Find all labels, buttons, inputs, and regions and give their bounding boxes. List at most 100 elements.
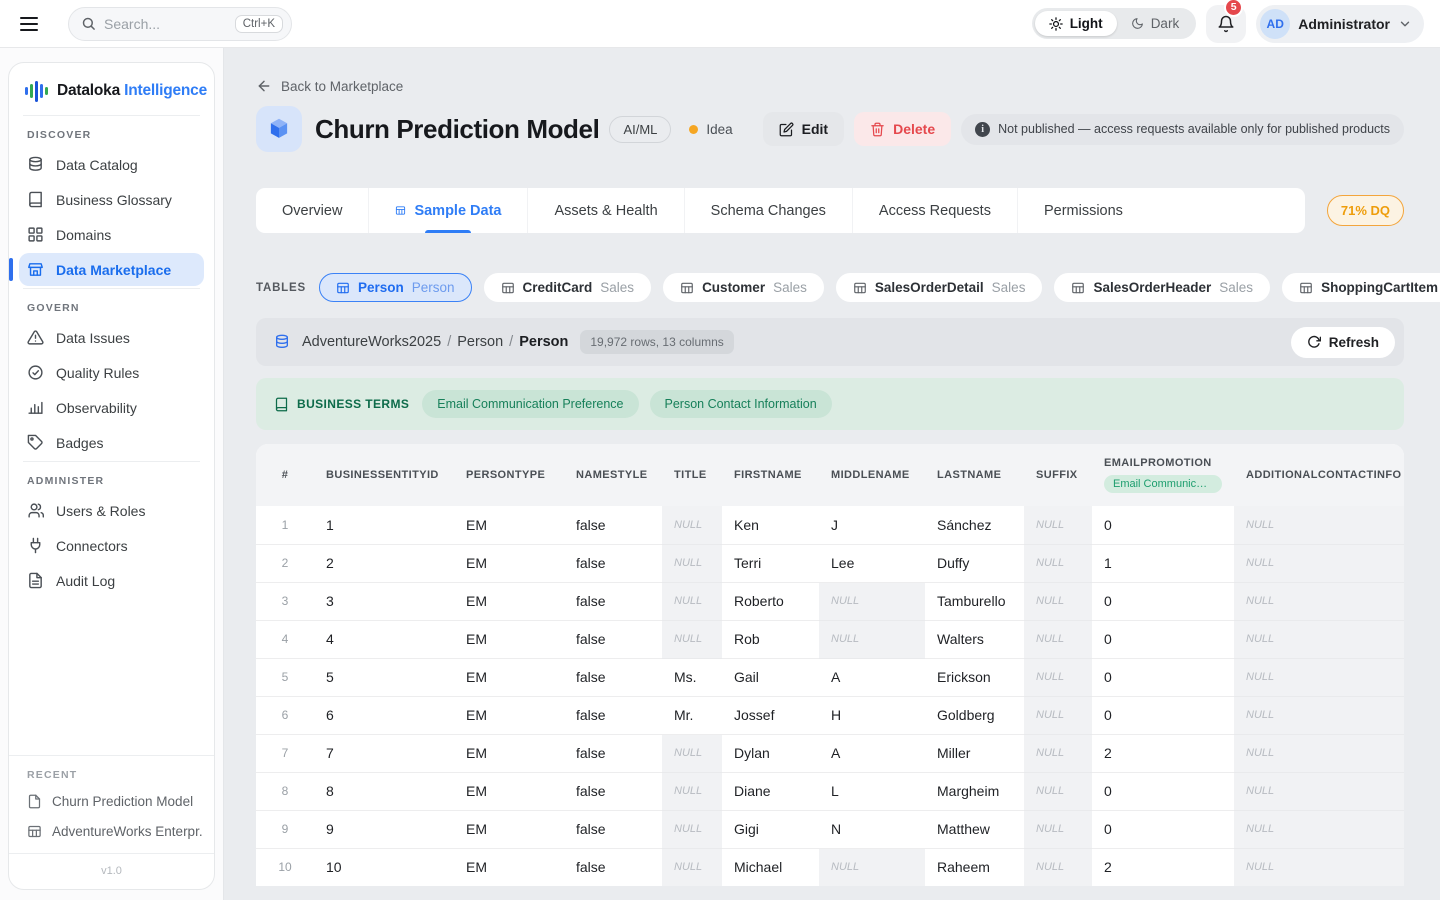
col-header-lastname[interactable]: LASTNAME bbox=[925, 444, 1024, 506]
col-header-businessentityid[interactable]: BUSINESSENTITYID bbox=[314, 444, 454, 506]
table-cell: Gigi bbox=[722, 810, 819, 848]
table-cell: 5 bbox=[314, 658, 454, 696]
table-row[interactable]: 1010EMfalseNULLMichaelNULLRaheemNULL2NUL… bbox=[256, 848, 1404, 886]
table-row[interactable]: 55EMfalseMs.GailAEricksonNULL0NULL bbox=[256, 658, 1404, 696]
table-cell: EM bbox=[454, 620, 564, 658]
col-header-suffix[interactable]: SUFFIX bbox=[1024, 444, 1092, 506]
brand-logo[interactable]: Dataloka Intelligence bbox=[9, 63, 214, 115]
col-header-emailpromotion[interactable]: EMAILPROMOTIONEmail Communication... bbox=[1092, 444, 1234, 506]
store-icon bbox=[27, 261, 44, 278]
table-row[interactable]: 77EMfalseNULLDylanAMillerNULL2NULL bbox=[256, 734, 1404, 772]
chip-table-name: ShoppingCartItem bbox=[1321, 280, 1438, 295]
sidebar-item-label: Audit Log bbox=[56, 573, 115, 589]
table-row[interactable]: 88EMfalseNULLDianeLMargheimNULL0NULL bbox=[256, 772, 1404, 810]
table-cell-null: NULL bbox=[1024, 734, 1092, 772]
back-link-label: Back to Marketplace bbox=[281, 79, 403, 94]
type-badge: AI/ML bbox=[609, 116, 671, 143]
table-row[interactable]: 11EMfalseNULLKenJSánchezNULL0NULL bbox=[256, 506, 1404, 544]
table-cell: 4 bbox=[314, 620, 454, 658]
sidebar-item-data-marketplace[interactable]: Data Marketplace bbox=[19, 253, 204, 286]
topbar: Search... Ctrl+K Light Dark 5 AD Adminis… bbox=[0, 0, 1440, 48]
table-chip-salesorderdetail[interactable]: SalesOrderDetailSales bbox=[836, 273, 1043, 302]
table-cell: Jossef bbox=[722, 696, 819, 734]
edit-button[interactable]: Edit bbox=[763, 112, 844, 146]
page-title: Churn Prediction Model bbox=[315, 114, 599, 145]
table-chip-creditcard[interactable]: CreditCardSales bbox=[484, 273, 652, 302]
table-cell: A bbox=[819, 734, 925, 772]
recent-item-churn-prediction-model[interactable]: Churn Prediction Model bbox=[21, 787, 202, 816]
table-chip-salesorderheader[interactable]: SalesOrderHeaderSales bbox=[1054, 273, 1270, 302]
sidebar-item-badges[interactable]: Badges bbox=[19, 426, 204, 459]
theme-light-button[interactable]: Light bbox=[1035, 11, 1117, 36]
menu-icon[interactable] bbox=[20, 17, 38, 31]
tab-assets-health[interactable]: Assets & Health bbox=[528, 188, 684, 233]
sidebar-item-label: Data Issues bbox=[56, 330, 130, 346]
sidebar-item-observability[interactable]: Observability bbox=[19, 391, 204, 424]
table-row[interactable]: 33EMfalseNULLRobertoNULLTamburelloNULL0N… bbox=[256, 582, 1404, 620]
sidebar-item-data-catalog[interactable]: Data Catalog bbox=[19, 148, 204, 181]
sidebar-item-users-roles[interactable]: Users & Roles bbox=[19, 494, 204, 527]
breadcrumb-part[interactable]: AdventureWorks2025 bbox=[302, 334, 441, 350]
table-row[interactable]: 66EMfalseMr.JossefHGoldbergNULL0NULL bbox=[256, 696, 1404, 734]
table-cell-null: NULL bbox=[1234, 658, 1404, 696]
table-cell: false bbox=[564, 696, 662, 734]
table-cell: 3 bbox=[314, 582, 454, 620]
table-cell-null: NULL bbox=[1024, 506, 1092, 544]
chip-schema-name: Person bbox=[412, 280, 455, 295]
sidebar-item-connectors[interactable]: Connectors bbox=[19, 529, 204, 562]
table-cell: false bbox=[564, 810, 662, 848]
table-cell: false bbox=[564, 772, 662, 810]
row-index: 9 bbox=[256, 810, 314, 848]
col-header-persontype[interactable]: PERSONTYPE bbox=[454, 444, 564, 506]
table-chip-shoppingcartitem[interactable]: ShoppingCartItemSales bbox=[1282, 273, 1440, 302]
col-header-title[interactable]: TITLE bbox=[662, 444, 722, 506]
col-header-firstname[interactable]: FIRSTNAME bbox=[722, 444, 819, 506]
user-menu[interactable]: AD Administrator bbox=[1256, 5, 1424, 43]
table-row[interactable]: 44EMfalseNULLRobNULLWaltersNULL0NULL bbox=[256, 620, 1404, 658]
col-header-index[interactable]: # bbox=[256, 444, 314, 506]
tab-permissions[interactable]: Permissions bbox=[1018, 188, 1149, 233]
table-cell: 2 bbox=[314, 544, 454, 582]
product-header: Churn Prediction Model AI/ML Idea Edit D… bbox=[256, 106, 1404, 152]
tab-schema-changes[interactable]: Schema Changes bbox=[685, 188, 853, 233]
chip-schema-name: Sales bbox=[992, 280, 1026, 295]
sidebar-item-audit-log[interactable]: Audit Log bbox=[19, 564, 204, 597]
sidebar-item-label: Data Marketplace bbox=[56, 262, 171, 278]
search-input[interactable]: Search... Ctrl+K bbox=[68, 7, 292, 41]
table-cell: Dylan bbox=[722, 734, 819, 772]
table-cell-null: NULL bbox=[1024, 620, 1092, 658]
arrow-left-icon bbox=[256, 78, 272, 94]
table-row[interactable]: 99EMfalseNULLGigiNMatthewNULL0NULL bbox=[256, 810, 1404, 848]
sidebar-item-business-glossary[interactable]: Business Glossary bbox=[19, 183, 204, 216]
col-header-additionalcontactinfo[interactable]: ADDITIONALCONTACTINFO bbox=[1234, 444, 1404, 506]
table-cell: EM bbox=[454, 810, 564, 848]
notifications-button[interactable]: 5 bbox=[1206, 5, 1246, 43]
sidebar-item-domains[interactable]: Domains bbox=[19, 218, 204, 251]
tables-label: TABLES bbox=[256, 282, 306, 294]
table-cell: false bbox=[564, 544, 662, 582]
delete-button[interactable]: Delete bbox=[854, 112, 951, 146]
col-header-middlename[interactable]: MIDDLENAME bbox=[819, 444, 925, 506]
sidebar-item-quality-rules[interactable]: Quality Rules bbox=[19, 356, 204, 389]
col-header-namestyle[interactable]: NAMESTYLE bbox=[564, 444, 662, 506]
business-term-chip-person-contact-information[interactable]: Person Contact Information bbox=[650, 390, 832, 418]
tab-sample-data[interactable]: Sample Data bbox=[369, 188, 528, 233]
chip-table-name: Customer bbox=[702, 280, 765, 295]
table-cell-null: NULL bbox=[1024, 772, 1092, 810]
sidebar-item-label: Data Catalog bbox=[56, 157, 138, 173]
tab-overview[interactable]: Overview bbox=[256, 188, 369, 233]
theme-dark-button[interactable]: Dark bbox=[1117, 11, 1194, 36]
sidebar-item-data-issues[interactable]: Data Issues bbox=[19, 321, 204, 354]
table-cell: 0 bbox=[1092, 772, 1234, 810]
breadcrumb-part[interactable]: Person bbox=[457, 334, 503, 350]
refresh-button[interactable]: Refresh bbox=[1291, 327, 1395, 358]
edit-label: Edit bbox=[802, 121, 828, 137]
table-chip-person[interactable]: PersonPerson bbox=[319, 273, 472, 302]
business-term-chip-email-communication-preference[interactable]: Email Communication Preference bbox=[422, 390, 638, 418]
tab-access-requests[interactable]: Access Requests bbox=[853, 188, 1018, 233]
table-chip-customer[interactable]: CustomerSales bbox=[663, 273, 824, 302]
table-row[interactable]: 22EMfalseNULLTerriLeeDuffyNULL1NULL bbox=[256, 544, 1404, 582]
recent-item-adventureworks-enterpr[interactable]: AdventureWorks Enterpr... bbox=[21, 817, 202, 846]
column-term-chip: Email Communication... bbox=[1104, 475, 1222, 493]
back-to-marketplace-link[interactable]: Back to Marketplace bbox=[256, 78, 403, 94]
